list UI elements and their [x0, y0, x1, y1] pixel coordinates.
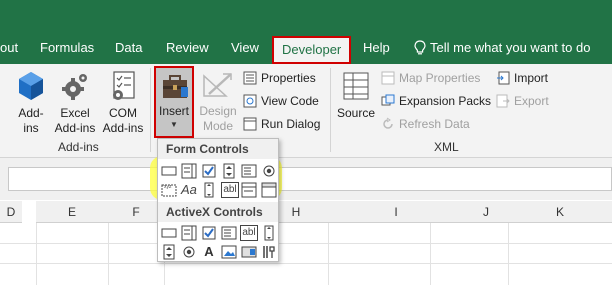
lightbulb-icon	[414, 40, 426, 55]
formula-input[interactable]	[8, 167, 612, 191]
activex-spin-button-icon[interactable]	[161, 244, 177, 260]
com-addins-label-1: COM	[109, 106, 137, 120]
tab-help[interactable]: Help	[363, 40, 390, 55]
expansion-packs-label: Expansion Packs	[399, 94, 492, 108]
activex-combo-box-icon[interactable]	[181, 225, 197, 241]
tab-formulas[interactable]: Formulas	[40, 40, 94, 55]
spin-button-icon[interactable]	[221, 163, 237, 179]
design-ruler-icon	[203, 73, 232, 97]
com-addins-button[interactable]: COM Add-ins	[100, 70, 146, 136]
gridline	[0, 263, 612, 264]
tab-view[interactable]: View	[231, 40, 259, 55]
com-addins-label-2: Add-ins	[102, 121, 144, 135]
column-header-d[interactable]: D	[0, 201, 22, 223]
checklist-icon	[113, 71, 135, 100]
more-controls-icon[interactable]	[261, 244, 277, 260]
import-label: Import	[514, 71, 549, 85]
gridline	[430, 223, 431, 285]
column-header-j[interactable]: J	[464, 201, 508, 223]
scroll-bar-icon[interactable]	[201, 182, 217, 198]
column-header-i[interactable]: I	[328, 201, 464, 223]
activex-toggle-button-icon[interactable]	[241, 244, 257, 260]
source-button[interactable]: Source	[334, 70, 378, 121]
excel-addins-label-1: Excel	[60, 106, 90, 120]
properties-label: Properties	[261, 71, 316, 85]
addins-group-label: Add-ins	[58, 140, 99, 154]
properties-icon	[243, 71, 257, 85]
group-separator	[330, 68, 331, 152]
design-mode-button[interactable]: Design Mode	[198, 70, 238, 134]
map-properties-label: Map Properties	[399, 71, 481, 85]
tell-me-text: Tell me what you want to do	[430, 40, 591, 55]
run-dialog-icon	[243, 117, 257, 131]
label-control-icon[interactable]: Aa	[181, 182, 197, 198]
addins-button[interactable]: Add- ins	[14, 70, 48, 136]
expansion-packs-icon	[381, 94, 395, 106]
activex-label-icon[interactable]: A	[201, 244, 217, 260]
addins-hexagon-icon	[19, 72, 43, 100]
activex-scroll-bar-icon[interactable]	[261, 225, 277, 241]
import-icon	[497, 71, 510, 85]
excel-addins-button[interactable]: Excel Add-ins	[52, 70, 98, 136]
column-header-e[interactable]: E	[36, 201, 108, 223]
group-separator	[150, 68, 151, 152]
insert-controls-dropdown: Form Controls xyz Aa abl ActiveX Control…	[157, 138, 279, 262]
option-button-icon[interactable]	[261, 163, 277, 179]
column-header-f[interactable]: F	[108, 201, 164, 223]
design-mode-label-2: Mode	[202, 119, 234, 133]
command-button-icon[interactable]	[161, 225, 177, 241]
activex-list-box-icon[interactable]	[221, 225, 237, 241]
excel-addins-label-2: Add-ins	[54, 121, 96, 135]
chevron-down-icon: ▼	[170, 120, 178, 129]
addins-label-2: ins	[23, 121, 39, 135]
combo-list-edit-icon[interactable]	[241, 182, 257, 198]
tab-developer[interactable]: Developer	[272, 36, 352, 64]
refresh-icon	[383, 117, 393, 129]
list-box-icon[interactable]	[241, 163, 257, 179]
column-header-k[interactable]: K	[508, 201, 612, 223]
button-control-icon[interactable]	[161, 163, 177, 179]
tab-layout[interactable]: out	[0, 40, 18, 55]
activex-checkbox-icon[interactable]	[201, 225, 217, 241]
design-mode-label-1: Design	[199, 104, 237, 118]
text-field-icon[interactable]: abl	[221, 182, 239, 198]
gridline	[36, 223, 37, 285]
xml-group-label: XML	[434, 140, 459, 154]
map-properties-icon	[381, 71, 395, 85]
export-icon	[496, 94, 510, 108]
gridline	[108, 223, 109, 285]
insert-label: Insert	[158, 104, 189, 118]
run-dialog-label: Run Dialog	[261, 117, 321, 131]
activex-text-box-icon[interactable]: abl	[240, 225, 258, 241]
combo-box-icon[interactable]	[181, 163, 197, 179]
tab-review[interactable]: Review	[166, 40, 209, 55]
combo-dropdown-edit-icon[interactable]	[261, 182, 277, 198]
activex-controls-title: ActiveX Controls	[158, 202, 278, 222]
export-label: Export	[514, 94, 549, 108]
view-code-label: View Code	[261, 94, 319, 108]
activex-option-button-icon[interactable]	[181, 244, 197, 260]
activex-image-icon[interactable]	[221, 244, 237, 260]
gridline	[0, 243, 612, 244]
source-label: Source	[336, 106, 376, 120]
svg-text:xyz: xyz	[164, 184, 172, 190]
checkbox-control-icon[interactable]	[201, 163, 217, 179]
insert-button[interactable]: Insert ▼	[154, 66, 194, 138]
group-box-icon[interactable]: xyz	[161, 182, 177, 198]
view-code-icon	[243, 94, 257, 108]
addins-label-1: Add-	[18, 106, 44, 120]
toolbox-icon	[163, 75, 188, 98]
gridline	[328, 223, 329, 285]
xml-source-icon	[343, 72, 369, 100]
refresh-data-label: Refresh Data	[399, 117, 470, 131]
tab-data[interactable]: Data	[115, 40, 142, 55]
gear-icon	[62, 74, 87, 100]
gridline	[508, 223, 509, 285]
form-controls-title: Form Controls	[158, 139, 278, 159]
